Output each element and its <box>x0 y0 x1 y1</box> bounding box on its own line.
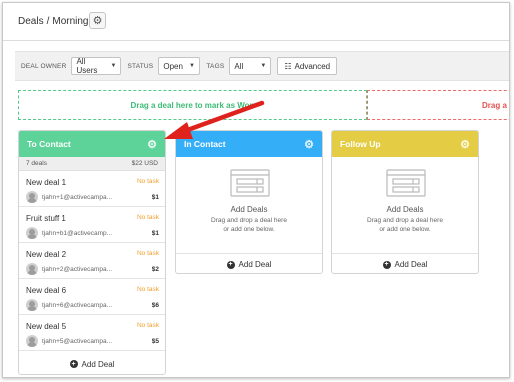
gear-icon: ⚙ <box>92 15 103 27</box>
caret-down-icon: ▼ <box>110 63 117 69</box>
plus-circle-icon: + <box>382 260 391 269</box>
deal-total: $22 USD <box>131 160 158 167</box>
stage-title: Follow Up <box>340 139 381 149</box>
gear-icon[interactable]: ⚙ <box>460 138 470 151</box>
deal-task[interactable]: No task <box>137 286 159 293</box>
plus-circle-icon: + <box>226 260 235 269</box>
stage-column-to-contact: To Contact ⚙ 7 deals $22 USD New deal 1 … <box>18 130 166 375</box>
pipeline-name[interactable]: Morning <box>52 16 88 27</box>
deal-card[interactable]: New deal 1 No task tjahn+1@activecampa..… <box>19 171 165 207</box>
status-value: Open <box>163 61 183 71</box>
filter-bar: DEAL OWNER All Users ▼ STATUS Open ▼ TAG… <box>15 51 509 81</box>
drop-zone-won[interactable]: Drag a deal here to mark as Won <box>18 90 367 120</box>
status-label: STATUS <box>127 62 154 70</box>
tags-value: All <box>234 61 244 71</box>
stage-header: To Contact ⚙ <box>19 131 165 157</box>
deal-card[interactable]: New deal 2 No task tjahn+2@activecampa..… <box>19 243 165 279</box>
deal-task[interactable]: No task <box>137 322 159 329</box>
add-deal-label: Add Deal <box>81 359 115 369</box>
breadcrumb-root[interactable]: Deals <box>18 16 44 27</box>
pipeline-settings-button[interactable]: ⚙ <box>89 12 106 29</box>
avatar <box>26 227 38 239</box>
add-deal-label: Add Deal <box>394 260 428 269</box>
status-select[interactable]: Open ▼ <box>158 57 201 75</box>
deal-task[interactable]: No task <box>137 250 159 257</box>
add-deal-button[interactable]: + Add Deal <box>332 253 478 273</box>
deal-count: 7 deals <box>26 160 47 167</box>
tags-label: TAGS <box>206 62 225 70</box>
deal-card[interactable]: New deal 5 No task tjahn+5@activecampa..… <box>19 315 165 351</box>
stage-title: To Contact <box>27 139 71 149</box>
empty-description: Drag and drop a deal here or add one bel… <box>332 216 478 234</box>
top-bar: Deals / Morning ▼ ⚙ <box>3 3 509 41</box>
avatar <box>26 335 38 347</box>
empty-stage: Add Deals Drag and drop a deal here or a… <box>332 157 478 253</box>
deal-contact-email: tjahn+2@activecampa... <box>42 266 113 273</box>
add-deal-button[interactable]: + Add Deal <box>19 351 165 374</box>
stage-stats: 7 deals $22 USD <box>19 157 165 171</box>
advanced-filter-button[interactable]: ☷ Advanced <box>277 57 338 75</box>
deal-value: $1 <box>151 230 159 237</box>
add-deal-label: Add Deal <box>238 260 272 269</box>
deal-owner-select[interactable]: All Users ▼ <box>71 57 122 75</box>
avatar <box>26 299 38 311</box>
empty-title: Add Deals <box>230 205 268 214</box>
deal-title[interactable]: New deal 6 <box>26 286 66 295</box>
deal-value: $1 <box>151 194 159 201</box>
stage-column-follow-up: Follow Up ⚙ Add Deals Drag and drop a de… <box>331 130 479 274</box>
deal-contact-email: tjahn+1@activecampa... <box>42 194 113 201</box>
deal-contact-email: tjahn+6@activecampa... <box>42 302 113 309</box>
sliders-icon: ☷ <box>284 61 292 71</box>
gear-icon[interactable]: ⚙ <box>147 138 157 151</box>
stage-header: In Contact ⚙ <box>176 131 322 157</box>
deal-contact-email: tjahn+5@activecampa... <box>42 338 113 345</box>
deal-value: $5 <box>151 338 159 345</box>
stage-title: In Contact <box>184 139 226 149</box>
deal-title[interactable]: New deal 2 <box>26 250 66 259</box>
empty-description: Drag and drop a deal here or add one bel… <box>176 216 322 234</box>
deals-window: Deals / Morning ▼ ⚙ DEAL OWNER All Users… <box>2 2 510 378</box>
avatar <box>26 263 38 275</box>
deal-title[interactable]: New deal 5 <box>26 322 66 331</box>
stage-column-in-contact: In Contact ⚙ Add Deals Drag and drop a d… <box>175 130 323 274</box>
gear-icon[interactable]: ⚙ <box>304 138 314 151</box>
deal-card[interactable]: New deal 6 No task tjahn+6@activecampa..… <box>19 279 165 315</box>
drop-zone-lost-text: Drag a d <box>482 101 509 110</box>
add-deal-button[interactable]: + Add Deal <box>176 253 322 273</box>
plus-circle-icon: + <box>69 360 78 368</box>
deal-contact-email: tjahn+b1@activecamp... <box>42 230 113 237</box>
deal-task[interactable]: No task <box>137 178 159 185</box>
empty-stage: Add Deals Drag and drop a deal here or a… <box>176 157 322 253</box>
deal-value: $6 <box>151 302 159 309</box>
empty-description-line: Drag and drop a deal here <box>211 217 287 224</box>
empty-description-line: or add one below. <box>223 226 275 233</box>
empty-deals-illustration-icon <box>386 169 426 197</box>
empty-deals-illustration-icon <box>230 169 270 197</box>
deal-task[interactable]: No task <box>137 214 159 221</box>
stage-header: Follow Up ⚙ <box>332 131 478 157</box>
caret-down-icon: ▼ <box>188 63 195 69</box>
deal-owner-label: DEAL OWNER <box>21 62 67 70</box>
deal-title[interactable]: New deal 1 <box>26 178 66 187</box>
advanced-label: Advanced <box>294 61 331 71</box>
deal-owner-value: All Users <box>76 57 98 75</box>
deal-card[interactable]: Fruit stuff 1 No task tjahn+b1@activecam… <box>19 207 165 243</box>
tags-select[interactable]: All ▼ <box>229 57 272 75</box>
drop-zone-won-text: Drag a deal here to mark as Won <box>130 100 255 110</box>
empty-title: Add Deals <box>386 205 424 214</box>
caret-down-icon: ▼ <box>260 63 267 69</box>
breadcrumb-separator: / <box>46 16 50 27</box>
empty-description-line: or add one below. <box>379 226 431 233</box>
deal-title[interactable]: Fruit stuff 1 <box>26 214 66 223</box>
drop-zone-lost[interactable]: Drag a d <box>367 90 509 120</box>
deal-value: $2 <box>151 266 159 273</box>
empty-description-line: Drag and drop a deal here <box>367 217 443 224</box>
avatar <box>26 191 38 203</box>
